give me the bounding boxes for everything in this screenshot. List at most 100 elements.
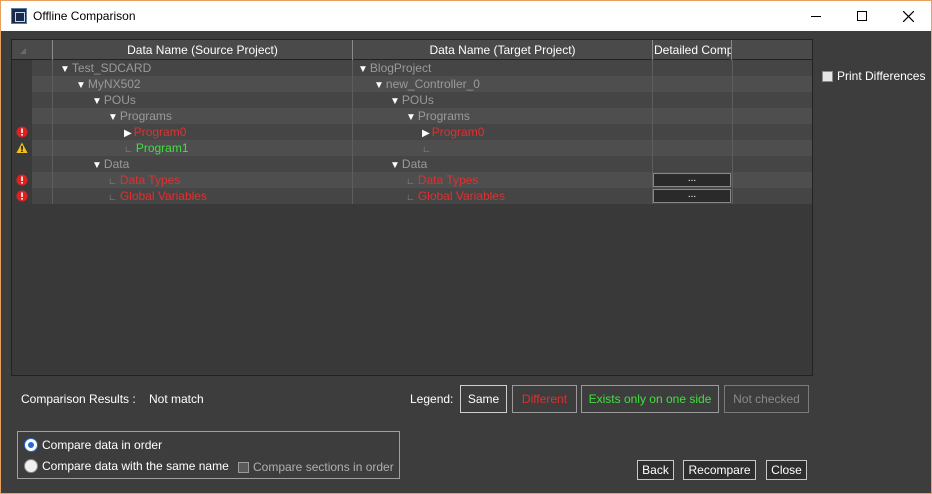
expand-down-icon[interactable]: ▼	[60, 64, 70, 75]
expand-down-icon[interactable]: ▼	[92, 160, 102, 171]
column-header-target[interactable]: Data Name (Target Project)	[352, 40, 652, 60]
table-row[interactable]: ▶ Program0 ▶ Program0	[12, 124, 812, 140]
table-row[interactable]: ∟ Program1 ∟	[12, 140, 812, 156]
target-cell[interactable]: ∟ Data Types	[406, 172, 478, 188]
row-header	[32, 108, 52, 124]
expand-down-icon[interactable]: ▼	[390, 96, 400, 107]
expand-down-icon[interactable]: ▼	[374, 80, 384, 91]
target-name: Global Variables	[417, 189, 505, 203]
source-cell[interactable]: ▼ MyNX502	[76, 76, 141, 92]
window-title: Offline Comparison	[33, 9, 136, 23]
column-divider	[352, 124, 353, 140]
expand-down-icon[interactable]: ▼	[76, 80, 86, 91]
column-divider	[52, 60, 53, 76]
print-differences-option[interactable]: Print Differences	[822, 69, 925, 83]
expand-down-icon[interactable]: ▼	[108, 112, 118, 123]
select-all-corner[interactable]	[12, 40, 52, 60]
maximize-button[interactable]	[839, 1, 885, 31]
target-cell[interactable]: ▼ Data	[390, 156, 427, 172]
target-name: new_Controller_0	[385, 77, 480, 91]
column-divider	[352, 60, 353, 76]
source-name: Program1	[135, 141, 189, 155]
row-header	[32, 92, 52, 108]
column-divider	[652, 140, 653, 156]
row-status	[12, 76, 32, 92]
target-cell[interactable]: ▶ Program0	[422, 124, 484, 140]
comparison-results-label: Comparison Results :	[21, 392, 136, 406]
tree-leaf-icon: ∟	[406, 192, 415, 202]
expand-right-icon[interactable]: ▶	[124, 128, 132, 139]
source-cell[interactable]: ▼ POUs	[92, 92, 136, 108]
back-button[interactable]: Back	[637, 460, 674, 480]
target-cell[interactable]: ▼ Programs	[406, 108, 470, 124]
table-row[interactable]: ▼ Test_SDCARD ▼ BlogProject	[12, 60, 812, 76]
table-row[interactable]: ∟ Global Variables ∟ Global Variables...	[12, 188, 812, 204]
close-window-button[interactable]	[885, 1, 931, 31]
row-header	[32, 156, 52, 172]
compare-sections-in-order-checkbox	[238, 461, 249, 473]
expand-down-icon[interactable]: ▼	[92, 96, 102, 107]
compare-same-name-radio[interactable]	[24, 459, 38, 473]
legend-label: Legend:	[410, 392, 454, 406]
target-name: Program0	[431, 125, 485, 139]
source-name: Test_SDCARD	[71, 61, 152, 75]
source-cell[interactable]: ▼ Programs	[108, 108, 172, 124]
column-header-source[interactable]: Data Name (Source Project)	[52, 40, 352, 60]
column-divider	[52, 92, 53, 108]
expand-down-icon[interactable]: ▼	[390, 160, 400, 171]
table-row[interactable]: ▼ Programs ▼ Programs	[12, 108, 812, 124]
comparison-grid[interactable]: Data Name (Source Project) Data Name (Ta…	[11, 39, 813, 376]
row-status	[12, 140, 32, 156]
minimize-button[interactable]	[793, 1, 839, 31]
error-icon	[16, 126, 28, 138]
comparison-results-value: Not match	[149, 392, 204, 406]
target-cell[interactable]: ▼ BlogProject	[358, 60, 431, 76]
target-cell[interactable]: ▼ POUs	[390, 92, 434, 108]
column-divider	[52, 124, 53, 140]
source-cell[interactable]: ∟ Global Variables	[108, 188, 207, 204]
compare-in-order-radio[interactable]	[24, 438, 38, 452]
expand-down-icon[interactable]: ▼	[406, 112, 416, 123]
detailed-comparison-button[interactable]: ...	[653, 189, 731, 203]
table-row[interactable]: ▼ POUs ▼ POUs	[12, 92, 812, 108]
close-button[interactable]: Close	[766, 460, 807, 480]
expand-down-icon[interactable]: ▼	[358, 64, 368, 75]
recompare-button[interactable]: Recompare	[683, 460, 756, 480]
row-header	[32, 76, 52, 92]
title-bar: Offline Comparison	[1, 1, 931, 31]
source-cell[interactable]: ▼ Test_SDCARD	[60, 60, 151, 76]
column-divider	[352, 76, 353, 92]
table-row[interactable]: ▼ Data ▼ Data	[12, 156, 812, 172]
error-icon	[16, 174, 28, 186]
column-divider	[352, 188, 353, 204]
column-divider	[52, 108, 53, 124]
row-status	[12, 60, 32, 76]
source-cell[interactable]: ▼ Data	[92, 156, 129, 172]
row-header	[32, 124, 52, 140]
column-header-detail[interactable]: Detailed Comp	[652, 40, 732, 60]
column-divider	[352, 92, 353, 108]
table-row[interactable]: ▼ MyNX502 ▼ new_Controller_0	[12, 76, 812, 92]
print-differences-checkbox[interactable]	[822, 70, 833, 82]
target-cell[interactable]: ▼ new_Controller_0	[374, 76, 480, 92]
source-cell[interactable]: ∟ Program1	[124, 140, 189, 156]
maximize-icon	[857, 11, 867, 21]
expand-right-icon[interactable]: ▶	[422, 128, 430, 139]
tree-leaf-icon: ∟	[124, 144, 133, 154]
detailed-comparison-button[interactable]: ...	[653, 173, 731, 187]
column-divider	[732, 76, 733, 92]
compare-same-name-option[interactable]: Compare data with the same name	[24, 459, 229, 473]
target-cell[interactable]: ∟	[422, 140, 434, 156]
target-name: BlogProject	[369, 61, 432, 75]
compare-in-order-label: Compare data in order	[42, 438, 163, 452]
table-row[interactable]: ∟ Data Types ∟ Data Types...	[12, 172, 812, 188]
tree-leaf-icon: ∟	[108, 176, 117, 186]
row-status	[12, 188, 32, 204]
target-cell[interactable]: ∟ Global Variables	[406, 188, 505, 204]
source-cell[interactable]: ∟ Data Types	[108, 172, 180, 188]
source-name: Global Variables	[119, 189, 207, 203]
column-divider	[732, 188, 733, 204]
column-divider	[52, 156, 53, 172]
source-cell[interactable]: ▶ Program0	[124, 124, 186, 140]
compare-in-order-option[interactable]: Compare data in order	[24, 438, 162, 452]
